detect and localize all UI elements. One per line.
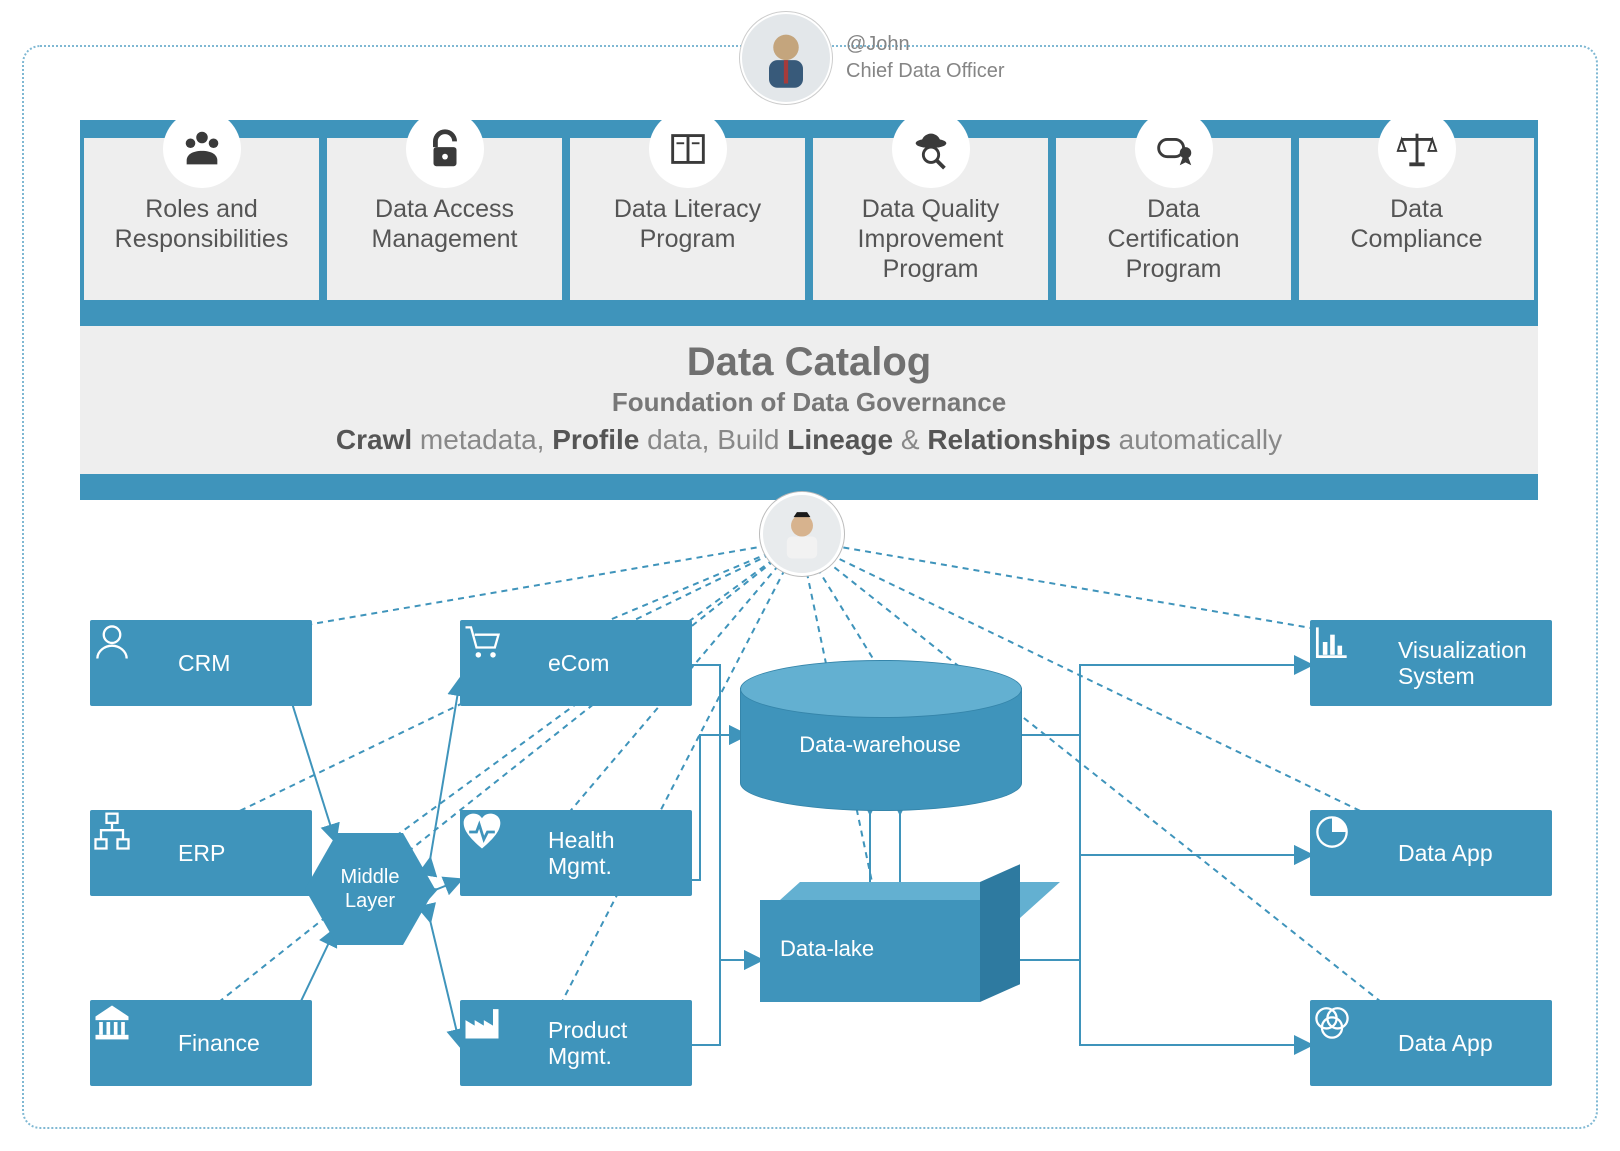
flow-area: CRM ERP Finance MiddleLayer eCom HealthM…	[80, 500, 1538, 1120]
node-visualization: VisualizationSystem	[1310, 620, 1552, 706]
word-profile: Profile	[552, 424, 639, 455]
node-label: HealthMgmt.	[548, 827, 614, 880]
tab-quality: Data QualityImprovementProgram	[813, 138, 1048, 300]
word-lineage: Lineage	[787, 424, 893, 455]
person-icon	[752, 24, 820, 92]
node-label: MiddleLayer	[341, 865, 400, 913]
catalog-subtitle: Foundation of Data Governance	[100, 387, 1518, 418]
avatar-analyst	[760, 492, 844, 576]
certificate-icon	[1151, 126, 1197, 172]
chart-icon	[1310, 620, 1354, 664]
tab-roles: Roles andResponsibilities	[84, 138, 319, 300]
node-app-venn: Data App	[1310, 1000, 1552, 1086]
node-health: HealthMgmt.	[460, 810, 692, 896]
governance-panel: Roles andResponsibilities Data AccessMan…	[80, 120, 1538, 500]
persona: @John Chief Data Officer	[740, 12, 1005, 104]
scale-icon	[1394, 126, 1440, 172]
node-label: CRM	[178, 650, 230, 676]
book-icon	[665, 126, 711, 172]
node-label: Data-lake	[780, 936, 874, 962]
persona-title: Chief Data Officer	[846, 58, 1005, 85]
lock-icon	[422, 126, 468, 172]
node-label: VisualizationSystem	[1398, 637, 1527, 690]
diagram-frame: @John Chief Data Officer Roles andRespon…	[0, 0, 1620, 1151]
pie-icon	[1310, 810, 1354, 854]
tab-literacy: Data LiteracyProgram	[570, 138, 805, 300]
node-erp: ERP	[90, 810, 312, 896]
node-data-warehouse: Data-warehouse	[740, 660, 1020, 810]
tab-compliance: DataCompliance	[1299, 138, 1534, 300]
avatar-john	[740, 12, 832, 104]
flow-icon	[90, 810, 134, 854]
tab-label: Roles andResponsibilities	[115, 195, 289, 253]
tab-label: Data QualityImprovementProgram	[858, 195, 1004, 283]
person-icon	[775, 507, 829, 561]
node-app-pie: Data App	[1310, 810, 1552, 896]
node-label: Finance	[178, 1030, 260, 1056]
word-crawl: Crawl	[336, 424, 412, 455]
user-icon	[90, 620, 134, 664]
node-data-lake: Data-lake	[760, 900, 1020, 1020]
panel-top-strip	[80, 120, 1538, 138]
factory-icon	[460, 1000, 504, 1044]
panel-mid-strip1	[80, 300, 1538, 326]
governance-tabs: Roles andResponsibilities Data AccessMan…	[80, 138, 1538, 300]
node-label: eCom	[548, 650, 609, 676]
tab-label: Data LiteracyProgram	[614, 195, 761, 253]
bank-icon	[90, 1000, 134, 1044]
node-label: Data App	[1398, 840, 1493, 866]
heart-icon	[460, 810, 504, 854]
persona-handle: @John	[846, 31, 1005, 58]
venn-icon	[1310, 1000, 1354, 1044]
node-label: Data App	[1398, 1030, 1493, 1056]
detective-icon	[908, 126, 954, 172]
word-relationships: Relationships	[927, 424, 1111, 455]
node-product: ProductMgmt.	[460, 1000, 692, 1086]
tab-label: DataCertificationProgram	[1108, 195, 1240, 283]
tab-certification: DataCertificationProgram	[1056, 138, 1291, 300]
node-label: ProductMgmt.	[548, 1017, 627, 1070]
tab-access: Data AccessManagement	[327, 138, 562, 300]
catalog-block: Data Catalog Foundation of Data Governan…	[80, 326, 1538, 474]
node-crm: CRM	[90, 620, 312, 706]
node-label: ERP	[178, 840, 225, 866]
node-label: Data-warehouse	[799, 732, 960, 758]
tab-label: DataCompliance	[1350, 195, 1482, 253]
node-ecom: eCom	[460, 620, 692, 706]
cart-icon	[460, 620, 504, 664]
node-middle-layer: MiddleLayer	[305, 833, 435, 945]
node-finance: Finance	[90, 1000, 312, 1086]
catalog-line: Crawl metadata, Profile data, Build Line…	[100, 424, 1518, 456]
tab-label: Data AccessManagement	[372, 195, 518, 253]
catalog-title: Data Catalog	[100, 340, 1518, 385]
people-icon	[179, 126, 225, 172]
